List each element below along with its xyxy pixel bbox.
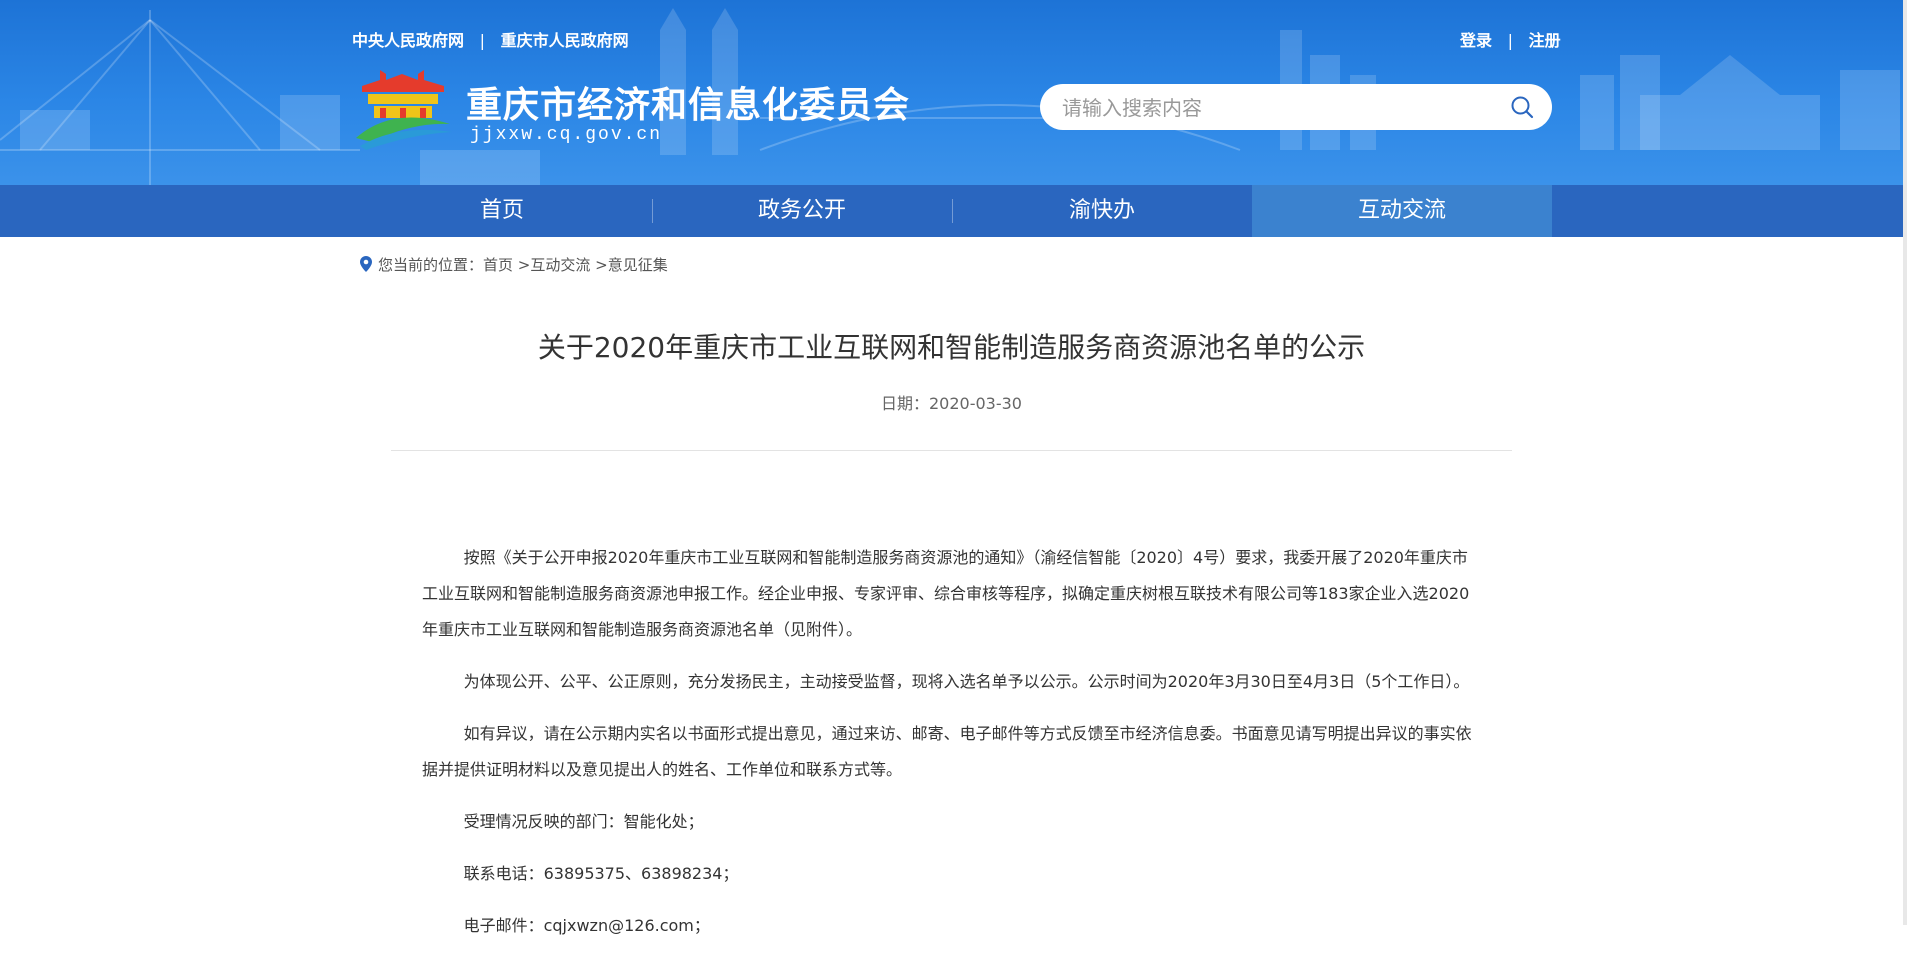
nav-home[interactable]: 首页 [352,185,652,237]
main-nav: 首页 政务公开 渝快办 互动交流 [0,185,1903,237]
search-input[interactable] [1060,84,1504,132]
breadcrumb-home[interactable]: 首页 [483,256,513,274]
search-icon[interactable] [1510,95,1534,119]
breadcrumb-separator: > [590,256,608,274]
link-chongqing-gov[interactable]: 重庆市人民政府网 [501,31,629,50]
article-title: 关于2020年重庆市工业互联网和智能制造服务商资源池名单的公示 [537,331,1366,364]
gov-links: 中央人民政府网 | 重庆市人民政府网 [352,27,629,51]
article-paragraph: 如有异议，请在公示期内实名以书面形式提出意见，通过来访、邮寄、电子邮件等方式反馈… [422,724,1472,779]
link-separator: | [479,31,485,50]
article-body: 按照《关于公开申报2020年重庆市工业互联网和智能制造服务商资源池的通知》（渝经… [422,540,1482,960]
breadcrumb: 您当前的位置：首页 >互动交流 >意见征集 [360,254,668,275]
search-box [1040,84,1552,132]
site-domain: jjxxw.cq.gov.cn [470,125,663,145]
site-title: 重庆市经济和信息化委员会 [466,85,911,126]
nav-interaction[interactable]: 互动交流 [1252,185,1552,237]
article-paragraph: 为体现公开、公平、公正原则，充分发扬民主，主动接受监督，现将入选名单予以公示。公… [463,672,1470,691]
breadcrumb-separator: > [513,256,531,274]
breadcrumb-prefix: 您当前的位置： [378,256,484,274]
login-link[interactable]: 登录 [1460,31,1492,50]
site-header: 中央人民政府网 | 重庆市人民政府网 登录 | 注册 重庆市经济和信息化委员会 … [0,0,1903,185]
link-central-gov[interactable]: 中央人民政府网 [352,31,464,50]
breadcrumb-interaction[interactable]: 互动交流 [530,256,590,274]
register-link[interactable]: 注册 [1529,31,1561,50]
article-paragraph: 联系电话：63895375、63898234； [463,864,739,883]
nav-yukuaiban[interactable]: 渝快办 [952,185,1252,237]
article-paragraph: 按照《关于公开申报2020年重庆市工业互联网和智能制造服务商资源池的通知》（渝经… [422,548,1470,639]
article-paragraph: 受理情况反映的部门：智能化处； [463,812,704,831]
title-divider [391,450,1512,451]
user-links: 登录 | 注册 [1460,27,1561,51]
link-separator: | [1507,31,1513,50]
skyline-background [0,8,1900,185]
site-logo[interactable] [352,66,454,150]
article-date: 日期：2020-03-30 [881,394,1022,413]
page-scrollbar[interactable] [1903,0,1907,925]
nav-government-affairs[interactable]: 政务公开 [652,185,952,237]
breadcrumb-opinion[interactable]: 意见征集 [608,256,668,274]
article-paragraph: 电子邮件：cqjxwzn@126.com； [463,916,710,935]
location-pin-icon [360,256,372,272]
